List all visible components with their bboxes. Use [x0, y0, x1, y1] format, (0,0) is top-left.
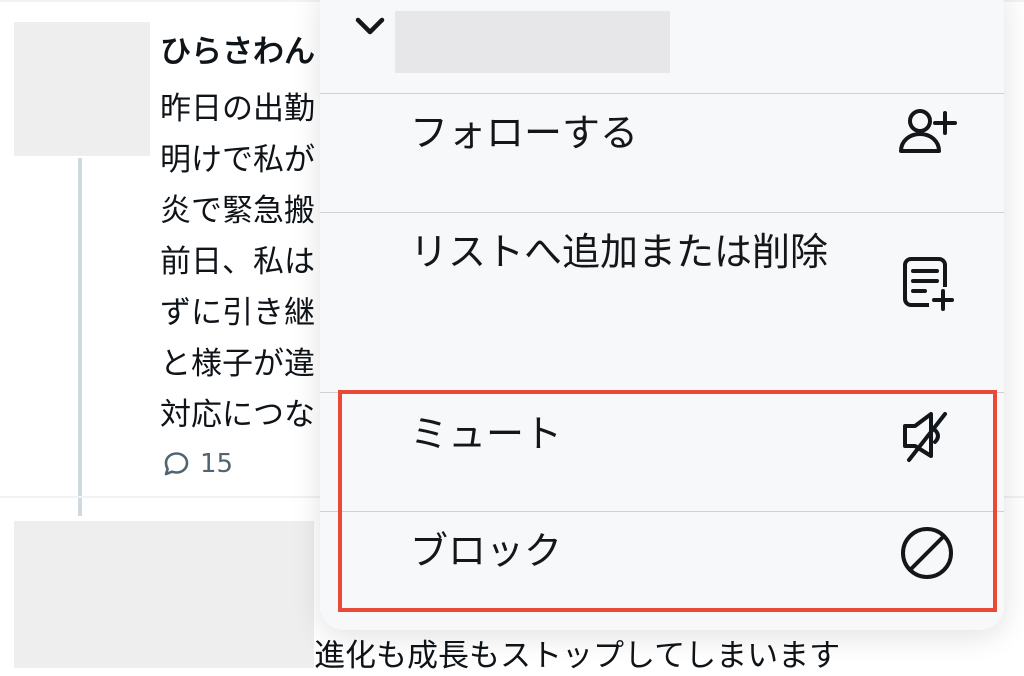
list-add-icon [895, 251, 959, 315]
menu-item-label: リストへ追加または削除 [410, 230, 829, 274]
follow-user-icon [895, 101, 959, 165]
menu-item-follow[interactable]: フォローする [320, 74, 1004, 193]
collapse-menu-button[interactable] [348, 6, 392, 50]
menu-header [320, 0, 1004, 74]
menu-item-label: フォローする [410, 111, 639, 155]
menu-item-list[interactable]: リストへ追加または削除 [320, 193, 1004, 373]
chevron-down-icon [352, 14, 388, 42]
highlight-box [338, 390, 997, 612]
menu-header-account-placeholder [395, 11, 670, 73]
